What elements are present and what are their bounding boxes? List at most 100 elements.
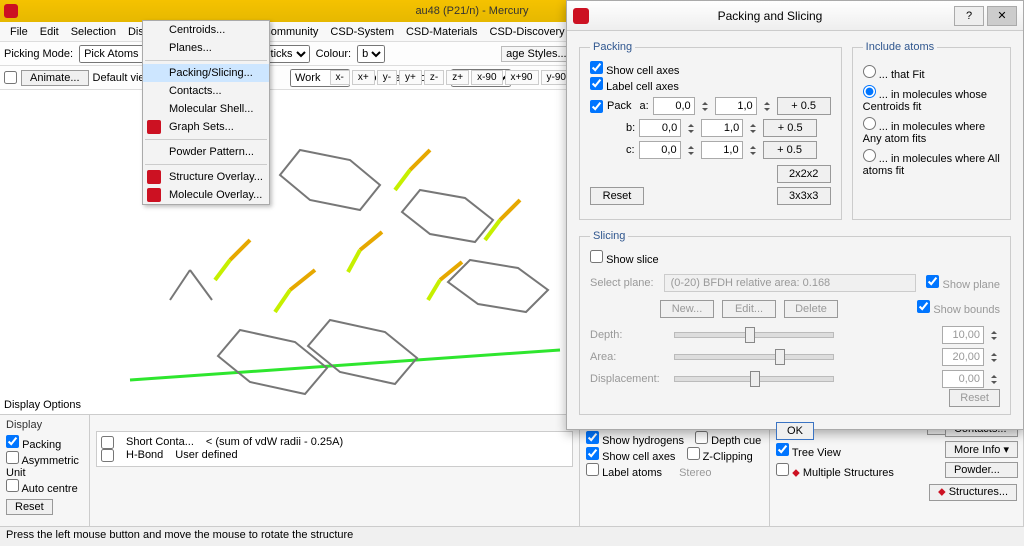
area-slider[interactable] xyxy=(674,354,834,360)
edit-plane-button[interactable]: Edit... xyxy=(722,300,776,318)
display-label: Display xyxy=(6,419,83,431)
include-opt3[interactable]: ... in molecules where Any atom fits xyxy=(863,117,1000,145)
menu-item-graph-sets---[interactable]: Graph Sets... xyxy=(143,118,269,136)
overlay-icon xyxy=(147,188,161,202)
autocentre-check[interactable]: Auto centre xyxy=(6,483,78,495)
dialog-title: Packing and Slicing xyxy=(589,9,951,23)
hbond-check[interactable] xyxy=(101,449,114,462)
label-cell-axes-check[interactable]: Label cell axes xyxy=(590,81,679,93)
menu-csd-discovery[interactable]: CSD-Discovery xyxy=(484,24,571,40)
ok-button[interactable]: OK xyxy=(776,422,814,440)
displacement-slider[interactable] xyxy=(674,376,834,382)
b-max-field[interactable]: 1,0 xyxy=(701,119,743,137)
animate-check[interactable] xyxy=(4,71,17,84)
view-x+[interactable]: x+ xyxy=(352,70,375,85)
show-plane-check[interactable]: Show plane xyxy=(926,275,1000,291)
menu-item-powder-pattern---[interactable]: Powder Pattern... xyxy=(143,143,269,161)
include-opt1[interactable]: ... that Fit xyxy=(863,65,1000,81)
reset-packing-button[interactable]: Reset xyxy=(590,187,644,205)
3x3x3-button[interactable]: 3x3x3 xyxy=(777,187,831,205)
spin-icon[interactable] xyxy=(761,97,773,115)
pack-check[interactable] xyxy=(590,100,603,113)
menu-item-molecular-shell---[interactable]: Molecular Shell... xyxy=(143,100,269,118)
short-contact-check[interactable] xyxy=(101,436,114,449)
slicing-reset-button[interactable]: Reset xyxy=(949,389,1000,407)
menu-item-molecule-overlay---[interactable]: Molecule Overlay... xyxy=(143,186,269,204)
menu-item-centroids---[interactable]: Centroids... xyxy=(143,21,269,39)
b-plus05-button[interactable]: + 0.5 xyxy=(763,119,817,137)
area-field[interactable]: 20,00 xyxy=(942,348,984,366)
a-min-field[interactable]: 0,0 xyxy=(653,97,695,115)
new-plane-button[interactable]: New... xyxy=(660,300,714,318)
menu-item-structure-overlay---[interactable]: Structure Overlay... xyxy=(143,168,269,186)
packing-legend: Packing xyxy=(590,41,635,53)
show-cell-axes-check[interactable]: Show cell axes xyxy=(590,65,679,77)
delete-plane-button[interactable]: Delete xyxy=(784,300,838,318)
plane-select[interactable]: (0-20) BFDH relative area: 0.168 xyxy=(664,274,917,292)
view-z+[interactable]: z+ xyxy=(446,70,469,85)
show-bounds-check[interactable]: Show bounds xyxy=(917,300,1000,318)
view-x+90[interactable]: x+90 xyxy=(505,70,539,85)
depth-slider[interactable] xyxy=(674,332,834,338)
c-label: c: xyxy=(626,144,635,156)
view-y-[interactable]: y- xyxy=(377,70,397,85)
view-y+[interactable]: y+ xyxy=(399,70,422,85)
overlay-icon xyxy=(147,120,161,134)
b-min-field[interactable]: 0,0 xyxy=(639,119,681,137)
include-legend: Include atoms xyxy=(863,41,937,53)
manage-styles-button[interactable]: age Styles... xyxy=(501,46,572,62)
help-button[interactable]: ? xyxy=(954,6,984,26)
menu-file[interactable]: File xyxy=(4,24,34,40)
asym-check[interactable]: Asymmetric Unit xyxy=(6,455,79,479)
c-plus05-button[interactable]: + 0.5 xyxy=(763,141,817,159)
spin-icon[interactable] xyxy=(747,119,759,137)
spin-icon[interactable] xyxy=(685,119,697,137)
menu-item-planes---[interactable]: Planes... xyxy=(143,39,269,57)
spin-icon[interactable] xyxy=(747,141,759,159)
show-slice-check[interactable]: Show slice xyxy=(590,254,659,266)
2x2x2-button[interactable]: 2x2x2 xyxy=(777,165,831,183)
spin-icon[interactable] xyxy=(685,141,697,159)
slicing-group: Slicing Show slice Select plane: (0-20) … xyxy=(579,230,1011,415)
displacement-field[interactable]: 0,00 xyxy=(942,370,984,388)
view-z-[interactable]: z- xyxy=(424,70,444,85)
view-x-[interactable]: x- xyxy=(330,70,350,85)
powder-button[interactable]: Powder... xyxy=(945,462,1018,478)
view-x-90[interactable]: x-90 xyxy=(471,70,502,85)
c-max-field[interactable]: 1,0 xyxy=(701,141,743,159)
zclipping-check[interactable]: Z-Clipping xyxy=(687,451,753,463)
pack-label: Pack xyxy=(607,100,631,112)
overlay-icon xyxy=(147,170,161,184)
structures-button[interactable]: ⬥ Structures... xyxy=(929,484,1017,501)
spin-icon[interactable] xyxy=(699,97,711,115)
animate-button[interactable]: Animate... xyxy=(21,70,89,86)
spin-icon[interactable] xyxy=(988,348,1000,366)
a-max-field[interactable]: 1,0 xyxy=(715,97,757,115)
hbond-label: H-Bond xyxy=(126,449,163,462)
a-plus05-button[interactable]: + 0.5 xyxy=(777,97,831,115)
label-atoms-check[interactable]: Label atoms xyxy=(586,467,662,479)
dialog-close-button[interactable]: ✕ xyxy=(987,6,1017,26)
menu-item-packing-slicing---[interactable]: Packing/Slicing... xyxy=(143,64,269,82)
status-bar: Press the left mouse button and move the… xyxy=(0,526,1024,546)
menu-csd-materials[interactable]: CSD-Materials xyxy=(400,24,484,40)
show-cell-axes-check2[interactable]: Show cell axes xyxy=(586,451,675,463)
menu-item-contacts---[interactable]: Contacts... xyxy=(143,82,269,100)
packing-check[interactable]: Packing xyxy=(6,439,61,451)
calculate-menu: Centroids...Planes... Packing/Slicing...C… xyxy=(142,20,270,205)
menu-edit[interactable]: Edit xyxy=(34,24,65,40)
select-plane-label: Select plane: xyxy=(590,277,654,289)
spin-icon[interactable] xyxy=(988,326,1000,344)
short-contact-cond: < (sum of vdW radii - 0.25A) xyxy=(206,436,343,449)
display-reset-button[interactable]: Reset xyxy=(6,499,53,515)
c-min-field[interactable]: 0,0 xyxy=(639,141,681,159)
menu-selection[interactable]: Selection xyxy=(65,24,122,40)
menu-csd-system[interactable]: CSD-System xyxy=(324,24,400,40)
area-label: Area: xyxy=(590,351,670,363)
include-opt2[interactable]: ... in molecules whose Centroids fit xyxy=(863,85,1000,113)
include-opt4[interactable]: ... in molecules where All atoms fit xyxy=(863,149,1000,177)
depth-field[interactable]: 10,00 xyxy=(942,326,984,344)
depth-label: Depth: xyxy=(590,329,670,341)
colour-select[interactable]: by xyxy=(357,45,385,63)
spin-icon[interactable] xyxy=(988,370,1000,388)
